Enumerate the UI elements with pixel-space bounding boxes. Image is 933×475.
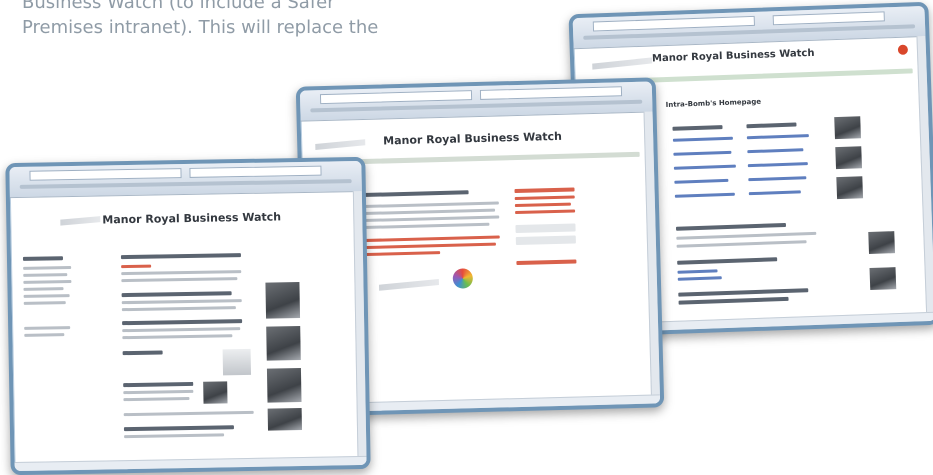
photo (834, 116, 861, 140)
browser-toolbar (572, 5, 926, 50)
photo (266, 368, 302, 403)
photo (869, 267, 897, 291)
close-icon (897, 44, 909, 55)
intro-line-1: Business Watch (to include a Safer (22, 0, 335, 13)
intro-text: Business Watch (to include a Safer Premi… (22, 0, 442, 40)
photo (835, 146, 863, 170)
site-title: Manor Royal Business Watch (651, 47, 815, 65)
photo (222, 348, 252, 376)
photo (203, 381, 228, 404)
photo (266, 326, 301, 361)
photo (868, 231, 896, 255)
browser-toolbar (299, 81, 653, 122)
browser-toolbar (9, 160, 362, 199)
partner-logo (452, 268, 474, 289)
site-title: Manor Royal Business Watch (383, 129, 563, 148)
site-title: Manor Royal Business Watch (102, 210, 282, 227)
photo (267, 408, 303, 431)
photo (265, 282, 301, 319)
screenshot-left-news: Manor Royal Business Watch (5, 156, 371, 475)
photo (836, 176, 864, 200)
homepage-heading: Intra-Bomb's Homepage (665, 97, 762, 110)
intro-line-2: Premises intranet). This will replace th… (22, 17, 379, 38)
